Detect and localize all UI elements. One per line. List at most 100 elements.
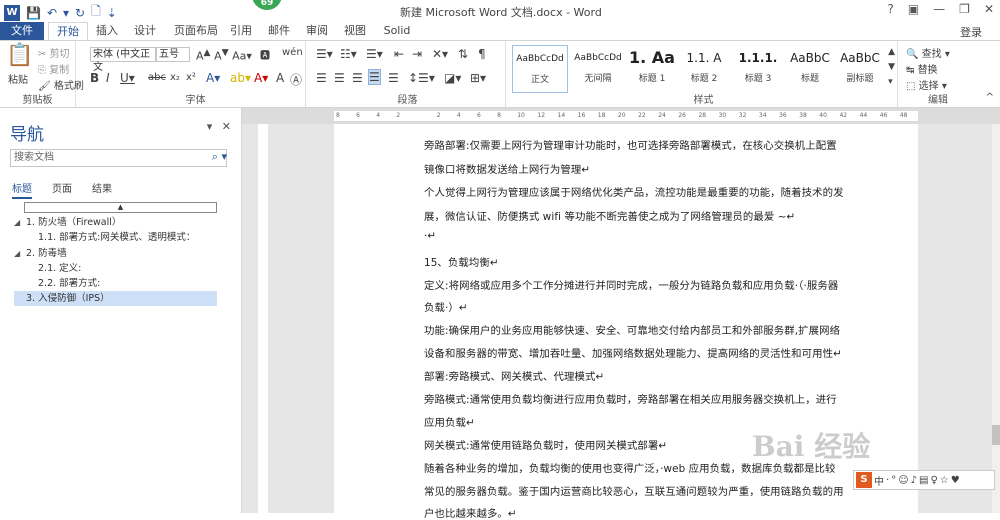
ime-logo-icon[interactable]: S bbox=[856, 472, 872, 488]
tree-item[interactable]: ◢ 2. 防毒墙 bbox=[14, 246, 217, 261]
tab-home[interactable]: 开始 bbox=[48, 22, 88, 40]
expand-caret-icon[interactable]: ◢ bbox=[14, 215, 26, 230]
style-no-spacing[interactable]: AaBbCcDd 无间隔 bbox=[570, 45, 626, 93]
restore-button[interactable]: ❐ bbox=[959, 2, 970, 16]
borders-icon[interactable]: ⊞▾ bbox=[470, 71, 486, 85]
increase-indent-icon[interactable]: ⇥ bbox=[412, 47, 422, 61]
chinese-layout-icon[interactable]: ✕▾ bbox=[432, 47, 448, 61]
font-color-icon[interactable]: A▾ bbox=[254, 71, 268, 85]
style-normal[interactable]: AaBbCcDd 正文 bbox=[512, 45, 568, 93]
tab-references[interactable]: 引用 bbox=[226, 22, 256, 40]
scrollbar-thumb[interactable] bbox=[992, 425, 1000, 445]
style-heading-1[interactable]: 1. Aa 标题 1 bbox=[624, 45, 680, 93]
tab-view[interactable]: 视图 bbox=[340, 22, 370, 40]
select-button[interactable]: ⬚ 选择 ▾ bbox=[906, 77, 947, 92]
style-title[interactable]: AaBbC 标题 bbox=[782, 45, 838, 93]
ime-item[interactable]: ▤ bbox=[919, 475, 928, 486]
char-border-icon[interactable]: Ⓐ bbox=[290, 71, 302, 88]
copy-button[interactable]: ⎘ 复制 bbox=[38, 61, 69, 76]
paste-icon[interactable]: 📋 bbox=[6, 43, 33, 68]
expand-caret-icon[interactable]: ◢ bbox=[14, 246, 26, 261]
tree-item-selected[interactable]: 3. 入侵防御（IPS） bbox=[14, 291, 217, 306]
tree-item[interactable]: 2.2. 部署方式: bbox=[38, 276, 217, 291]
numbering-icon[interactable]: ☷▾ bbox=[340, 47, 357, 61]
nav-tab-pages[interactable]: 页面 bbox=[52, 180, 72, 199]
tab-design[interactable]: 设计 bbox=[130, 22, 160, 40]
customize-qat-icon[interactable]: ⇣ bbox=[107, 6, 117, 20]
strikethrough-icon[interactable]: abc bbox=[148, 72, 166, 83]
login-link[interactable]: 登录 bbox=[960, 24, 982, 40]
search-icon[interactable]: ⌕ ▾ bbox=[212, 150, 227, 164]
nav-tab-headings[interactable]: 标题 bbox=[12, 180, 32, 199]
ribbon-display-icon[interactable]: ▣ bbox=[908, 2, 919, 16]
print-preview-icon[interactable]: 🗋 bbox=[91, 2, 101, 23]
ime-item[interactable]: 中 bbox=[874, 473, 884, 488]
shading-icon[interactable]: ◪▾ bbox=[444, 71, 461, 85]
superscript-icon[interactable]: x² bbox=[186, 72, 196, 83]
tree-item[interactable]: ◢ 1. 防火墙（Firewall） bbox=[14, 215, 217, 230]
nav-tab-results[interactable]: 结果 bbox=[92, 180, 112, 199]
nav-search-input[interactable]: 搜索文档 bbox=[10, 149, 227, 167]
horizontal-ruler[interactable]: 8 6 4 2 2 4 6 8 10 12 14 16 18 20 22 24 26 28 30 32 34 36 38 40… bbox=[334, 111, 918, 121]
multilevel-list-icon[interactable]: ☰▾ bbox=[366, 47, 383, 61]
ime-item[interactable]: ☺ bbox=[898, 475, 908, 486]
sort-icon[interactable]: ⇅ bbox=[458, 47, 468, 61]
find-button[interactable]: 🔍 查找 ▾ bbox=[906, 45, 950, 60]
tab-review[interactable]: 审阅 bbox=[302, 22, 332, 40]
bold-icon[interactable]: B bbox=[90, 71, 99, 85]
vertical-ruler[interactable] bbox=[258, 124, 268, 513]
close-button[interactable]: ✕ bbox=[984, 2, 994, 16]
tree-item[interactable]: 1.1. 部署方式:网关模式、透明模式： bbox=[38, 230, 217, 245]
italic-icon[interactable]: I bbox=[106, 71, 110, 85]
style-heading-3[interactable]: 1.1.1. 标题 3 bbox=[730, 45, 786, 93]
paste-button[interactable]: 粘贴 bbox=[8, 71, 28, 86]
style-heading-2[interactable]: 1.1. A 标题 2 bbox=[676, 45, 732, 93]
subscript-icon[interactable]: x₂ bbox=[170, 72, 180, 83]
ime-item[interactable]: ♪ bbox=[911, 475, 917, 486]
collapse-ribbon-icon[interactable]: ^ bbox=[986, 92, 994, 103]
underline-icon[interactable]: U▾ bbox=[120, 71, 135, 85]
align-right-icon[interactable]: ☰ bbox=[352, 71, 363, 85]
line-spacing-icon[interactable]: ↕☰▾ bbox=[408, 71, 435, 85]
dropdown-icon[interactable]: ▾ bbox=[63, 6, 69, 20]
redo-icon[interactable]: ↻ bbox=[75, 6, 85, 20]
ime-item[interactable]: ♀ bbox=[930, 475, 937, 486]
replace-button[interactable]: ↹ 替换 bbox=[906, 61, 938, 76]
align-left-icon[interactable]: ☰ bbox=[316, 71, 327, 85]
styles-scroll-icon[interactable]: ▲ ▼ ▾ bbox=[888, 45, 895, 90]
help-button[interactable]: ? bbox=[887, 2, 893, 16]
text-effects-icon[interactable]: A▾ bbox=[206, 71, 220, 85]
justify-icon[interactable]: ☰ bbox=[368, 69, 381, 85]
tab-page-layout[interactable]: 页面布局 bbox=[168, 22, 224, 40]
ime-item[interactable]: ♥ bbox=[951, 475, 960, 486]
tab-solid[interactable]: Solid bbox=[380, 22, 414, 40]
tab-file[interactable]: 文件 bbox=[0, 22, 44, 40]
highlight-icon[interactable]: ab▾ bbox=[230, 71, 251, 85]
ime-item[interactable]: · bbox=[886, 475, 889, 486]
clear-format-icon[interactable]: 🅰 bbox=[260, 47, 270, 62]
grow-font-icon[interactable]: A▲ A▼ Aa▾ bbox=[196, 47, 252, 63]
font-size-select[interactable]: 五号 bbox=[156, 47, 190, 62]
decrease-indent-icon[interactable]: ⇤ bbox=[394, 47, 404, 61]
cut-button[interactable]: ✂ 剪切 bbox=[38, 45, 70, 60]
align-center-icon[interactable]: ☰ bbox=[334, 71, 345, 85]
format-painter-button[interactable]: 🖌 格式刷 bbox=[38, 77, 84, 92]
tree-item[interactable]: 2.1. 定义: bbox=[38, 261, 217, 276]
ime-item[interactable]: ☆ bbox=[940, 475, 949, 486]
ime-item[interactable]: ° bbox=[891, 475, 896, 486]
bullets-icon[interactable]: ☰▾ bbox=[316, 47, 333, 61]
nav-options-icon[interactable]: ▾ bbox=[207, 120, 213, 133]
phonetic-icon[interactable]: wén bbox=[282, 47, 303, 58]
undo-icon[interactable]: ↶ bbox=[47, 6, 57, 20]
collapse-all-bar[interactable]: ▲ bbox=[24, 202, 217, 213]
tab-insert[interactable]: 插入 bbox=[92, 22, 122, 40]
save-icon[interactable]: 💾 bbox=[26, 6, 41, 20]
nav-close-icon[interactable]: ✕ bbox=[222, 120, 231, 133]
vertical-scrollbar[interactable] bbox=[992, 124, 1000, 513]
distributed-icon[interactable]: ☰ bbox=[388, 71, 399, 85]
show-marks-icon[interactable]: ¶ bbox=[478, 47, 486, 61]
style-subtitle[interactable]: AaBbC 副标题 bbox=[832, 45, 888, 93]
char-shading-icon[interactable]: A bbox=[276, 71, 284, 85]
font-name-select[interactable]: 宋体 (中文正文 bbox=[90, 47, 156, 73]
tab-mailings[interactable]: 邮件 bbox=[264, 22, 294, 40]
